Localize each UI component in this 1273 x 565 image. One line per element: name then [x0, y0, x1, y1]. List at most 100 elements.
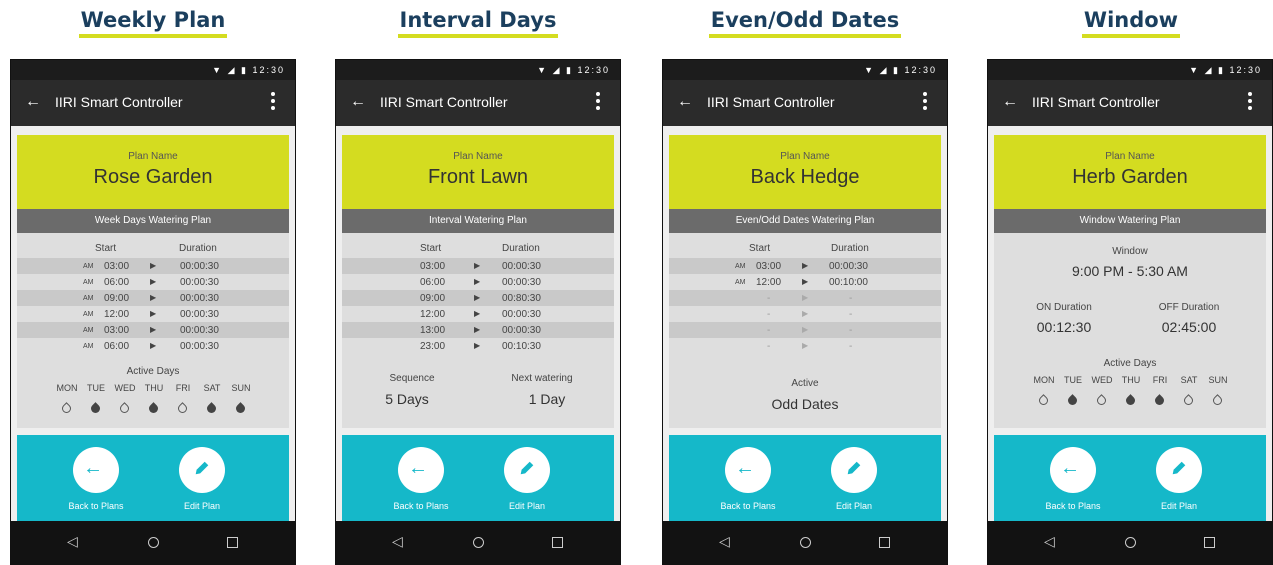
back-arrow-icon[interactable]: ←	[350, 93, 366, 111]
panel-title-even-odd: Even/Odd Dates	[662, 8, 948, 42]
water-drop-icon[interactable]	[1182, 394, 1195, 407]
screen: Plan Name Front Lawn Interval Watering P…	[336, 126, 620, 521]
table-row[interactable]: 03:00 ▶ 00:00:30	[342, 258, 614, 274]
system-nav-bar: ◁	[988, 521, 1272, 565]
back-to-plans-label: Back to Plans	[68, 501, 124, 511]
nav-home-icon[interactable]	[1125, 537, 1136, 548]
water-drop-icon[interactable]	[205, 402, 218, 415]
day-label: SUN	[1208, 375, 1228, 385]
table-row[interactable]: AM 06:00 ▶ 00:00:30	[17, 338, 289, 354]
water-drop-icon[interactable]	[147, 402, 160, 415]
water-drop-icon[interactable]	[1211, 394, 1224, 407]
water-drop-icon[interactable]	[1153, 394, 1166, 407]
plan-type-bar: Interval Watering Plan	[342, 209, 614, 233]
table-row[interactable]: 09:00 ▶ 00:80:30	[342, 290, 614, 306]
table-row[interactable]: AM 03:00 ▶ 00:00:30	[669, 258, 941, 274]
pencil-icon	[1172, 461, 1186, 475]
day-label: SAT	[1180, 375, 1198, 385]
back-to-plans-label: Back to Plans	[720, 501, 776, 511]
system-nav-bar: ◁	[336, 521, 620, 565]
day-label: WED	[114, 383, 136, 393]
plan-name-label: Plan Name	[1105, 151, 1155, 162]
edit-plan-button[interactable]	[504, 447, 550, 493]
table-row[interactable]: - ▶ -	[669, 322, 941, 338]
table-row[interactable]: 12:00 ▶ 00:00:30	[342, 306, 614, 322]
system-nav-bar: ◁	[663, 521, 947, 565]
edit-plan-button[interactable]	[1156, 447, 1202, 493]
arrow-left-icon: ←	[735, 457, 755, 479]
table-row[interactable]: AM 12:00 ▶ 00:10:00	[669, 274, 941, 290]
nav-back-icon[interactable]: ◁	[67, 533, 78, 550]
water-drop-icon[interactable]	[89, 402, 102, 415]
screen: Plan Name Rose Garden Week Days Watering…	[11, 126, 295, 521]
pencil-icon	[520, 461, 534, 475]
water-drop-icon[interactable]	[234, 402, 247, 415]
water-drop-icon[interactable]	[1066, 394, 1079, 407]
back-to-plans-button[interactable]: ←	[73, 447, 119, 493]
status-icons: ▼ ◢ ▮ 12:30	[1189, 65, 1262, 75]
day-label: TUE	[1064, 375, 1082, 385]
back-arrow-icon[interactable]: ←	[677, 93, 693, 111]
back-arrow-icon[interactable]: ←	[25, 93, 41, 111]
back-to-plans-button[interactable]: ←	[398, 447, 444, 493]
status-bar: ▼ ◢ ▮ 12:30	[336, 60, 620, 80]
status-icons: ▼ ◢ ▮ 12:30	[864, 65, 937, 75]
sequence-label: Sequence	[389, 373, 435, 384]
table-row[interactable]: AM 12:00 ▶ 00:00:30	[17, 306, 289, 322]
next-watering-value: 1 Day	[528, 391, 566, 407]
nav-back-icon[interactable]: ◁	[719, 533, 730, 550]
plan-name: Herb Garden	[1072, 166, 1188, 188]
pencil-icon	[195, 461, 209, 475]
active-value: Odd Dates	[771, 396, 839, 412]
overflow-menu-icon[interactable]	[596, 92, 602, 113]
plan-header: Plan Name Back Hedge	[669, 135, 941, 209]
overflow-menu-icon[interactable]	[271, 92, 277, 113]
plan-name-label: Plan Name	[453, 151, 503, 162]
water-drop-icon[interactable]	[1095, 394, 1108, 407]
nav-recents-icon[interactable]	[879, 537, 890, 548]
table-row[interactable]: AM 06:00 ▶ 00:00:30	[17, 274, 289, 290]
window-label: Window	[1112, 246, 1148, 257]
app-bar: ← IIRI Smart Controller	[11, 80, 295, 126]
day-drops	[17, 402, 289, 416]
table-row[interactable]: - ▶ -	[669, 306, 941, 322]
table-row[interactable]: AM 03:00 ▶ 00:00:30	[17, 322, 289, 338]
overflow-menu-icon[interactable]	[1248, 92, 1254, 113]
nav-back-icon[interactable]: ◁	[392, 533, 403, 550]
screen: Plan Name Back Hedge Even/Odd Dates Wate…	[663, 126, 947, 521]
table-row[interactable]: AM 09:00 ▶ 00:00:30	[17, 290, 289, 306]
table-row[interactable]: - ▶ -	[669, 338, 941, 354]
day-label: TUE	[87, 383, 105, 393]
table-row[interactable]: 13:00 ▶ 00:00:30	[342, 322, 614, 338]
overflow-menu-icon[interactable]	[923, 92, 929, 113]
nav-recents-icon[interactable]	[552, 537, 563, 548]
next-watering-label: Next watering	[511, 373, 573, 384]
water-drop-icon[interactable]	[60, 402, 73, 415]
water-drop-icon[interactable]	[176, 402, 189, 415]
nav-home-icon[interactable]	[800, 537, 811, 548]
sequence-value: 5 Days	[385, 391, 429, 407]
table-row[interactable]: 23:00 ▶ 00:10:30	[342, 338, 614, 354]
water-drop-icon[interactable]	[1124, 394, 1137, 407]
table-row[interactable]: 06:00 ▶ 00:00:30	[342, 274, 614, 290]
table-row[interactable]: AM 03:00 ▶ 00:00:30	[17, 258, 289, 274]
nav-home-icon[interactable]	[148, 537, 159, 548]
schedule-content: Start Duration AM 03:00 ▶ 00:00:30 AM 12:00 ▶…	[669, 233, 941, 428]
nav-recents-icon[interactable]	[1204, 537, 1215, 548]
nav-home-icon[interactable]	[473, 537, 484, 548]
edit-plan-button[interactable]	[831, 447, 877, 493]
back-to-plans-button[interactable]: ←	[725, 447, 771, 493]
water-drop-icon[interactable]	[1037, 394, 1050, 407]
table-row[interactable]: - ▶ -	[669, 290, 941, 306]
pencil-icon	[847, 461, 861, 475]
nav-recents-icon[interactable]	[227, 537, 238, 548]
water-drop-icon[interactable]	[118, 402, 131, 415]
nav-back-icon[interactable]: ◁	[1044, 533, 1055, 550]
back-arrow-icon[interactable]: ←	[1002, 93, 1018, 111]
phone-window: ▼ ◢ ▮ 12:30 ← IIRI Smart Controller Plan…	[987, 59, 1273, 565]
edit-plan-button[interactable]	[179, 447, 225, 493]
back-to-plans-button[interactable]: ←	[1050, 447, 1096, 493]
status-bar: ▼ ◢ ▮ 12:30	[11, 60, 295, 80]
plan-name-label: Plan Name	[128, 151, 178, 162]
status-bar: ▼ ◢ ▮ 12:30	[988, 60, 1272, 80]
